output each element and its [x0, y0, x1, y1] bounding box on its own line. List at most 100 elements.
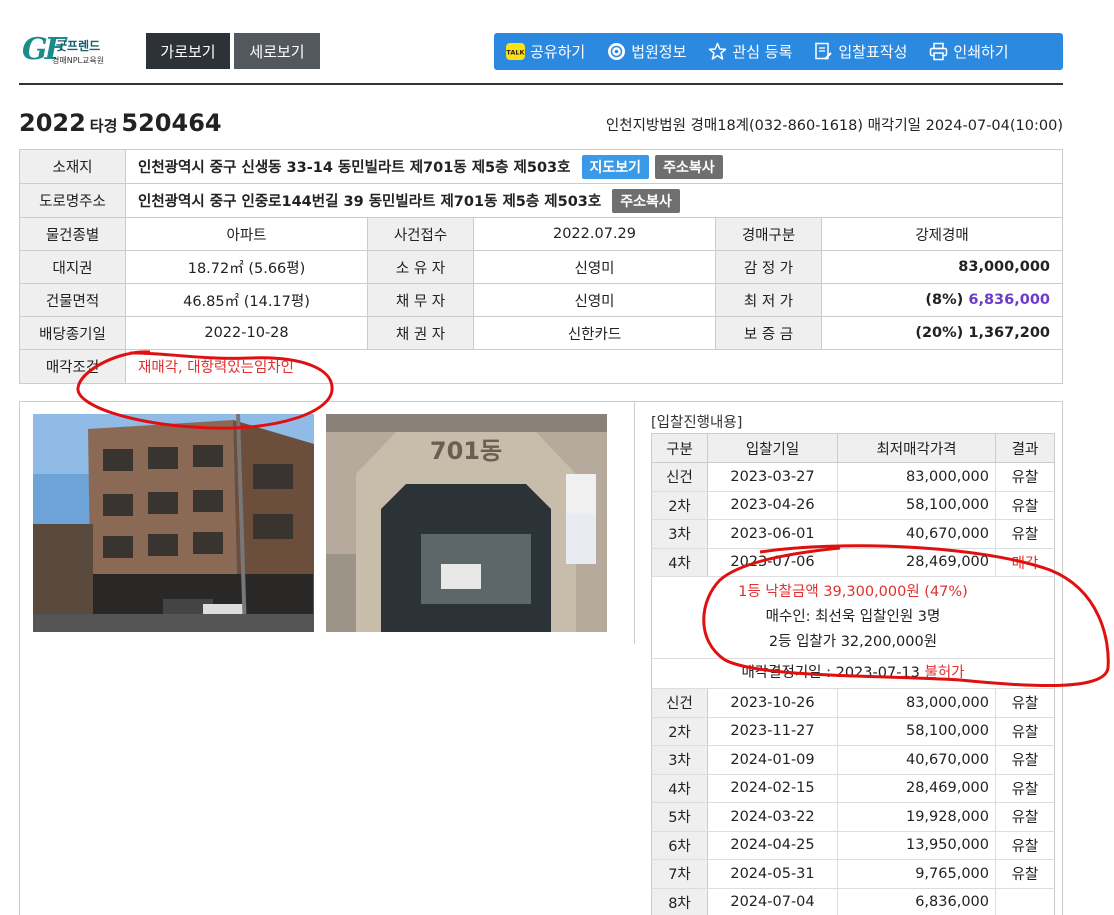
bid-round: 3차	[651, 745, 708, 775]
bid-price: 58,100,000	[837, 717, 996, 746]
bid-price: 83,000,000	[837, 688, 996, 718]
bid-round: 3차	[651, 519, 708, 549]
col-min-price: 최저매각가격	[837, 433, 996, 463]
sale-result-row: 1등 낙찰금액 39,300,000원 (47%) 매수인: 최선욱 입찰인원 …	[651, 576, 1055, 659]
appraisal-value: 83,000,000	[821, 250, 1063, 284]
property-type-label: 물건종별	[19, 217, 126, 251]
watch-button[interactable]: 관심 등록	[708, 41, 792, 62]
bid-result: 유찰	[995, 462, 1055, 492]
deposit-percent: (20%)	[915, 325, 964, 341]
col-date: 입찰기일	[707, 433, 838, 463]
watch-label: 관심 등록	[732, 43, 793, 61]
bid-row: 2차 2023-04-26 58,100,000 유찰	[651, 491, 1055, 520]
svg-text:TALK: TALK	[506, 49, 525, 57]
bid-round: 8차	[651, 888, 708, 915]
bid-result: 유찰	[995, 519, 1055, 549]
share-button[interactable]: TALK 공유하기	[506, 41, 585, 62]
bid-price: 40,670,000	[837, 519, 996, 549]
building-sign: 701동	[430, 437, 502, 465]
copy-road-address-button[interactable]: 주소복사	[612, 188, 680, 213]
deposit-cell: (20%) 1,367,200	[821, 316, 1063, 350]
bid-form-label: 입찰표작성	[838, 43, 908, 61]
bid-price: 28,469,000	[837, 548, 996, 577]
bid-round: 5차	[651, 802, 708, 832]
case-received-label: 사건접수	[367, 217, 474, 251]
bid-result: 유찰	[995, 688, 1055, 718]
bid-round: 4차	[651, 548, 708, 577]
building-area-label: 건물면적	[19, 283, 126, 317]
court-info-text: 인천지방법원 경매18계(032-860-1618) 매각기일 2024-07-…	[605, 118, 1063, 134]
bid-round: 7차	[651, 859, 708, 889]
bid-result: 유찰	[995, 859, 1055, 889]
bid-date: 2023-10-26	[707, 688, 838, 718]
min-price-percent: (8%)	[925, 292, 964, 308]
bid-row: 3차 2024-01-09 40,670,000 유찰	[651, 745, 1055, 775]
second-bid: 2등 입찰가 32,200,000원	[768, 634, 938, 650]
dividend-deadline-label: 배당종기일	[19, 316, 126, 350]
bid-price: 13,950,000	[837, 831, 996, 860]
building-entrance-photo[interactable]: 701동	[326, 414, 607, 632]
buyer-info: 매수인: 최선욱 입찰인원 3명	[765, 609, 941, 625]
bid-price: 19,928,000	[837, 802, 996, 832]
bid-row: 신건 2023-10-26 83,000,000 유찰	[651, 688, 1055, 718]
bid-round: 신건	[651, 688, 708, 718]
print-label: 인쇄하기	[953, 43, 1009, 61]
copy-address-button[interactable]: 주소복사	[655, 154, 723, 179]
logo-name: 굿프렌드	[56, 39, 101, 53]
auction-type-label: 경매구분	[715, 217, 822, 251]
bid-row: 6차 2024-04-25 13,950,000 유찰	[651, 831, 1055, 860]
building-exterior-photo[interactable]	[33, 414, 314, 632]
deposit-value: 1,367,200	[968, 325, 1050, 341]
bid-round: 4차	[651, 774, 708, 803]
bid-round: 2차	[651, 491, 708, 520]
case-number: 2022 타경 520464	[19, 109, 222, 137]
land-right-value: 18.72㎡ (5.66평)	[125, 250, 368, 284]
case-received-value: 2022.07.29	[473, 217, 716, 251]
sale-result-cell: 1등 낙찰금액 39,300,000원 (47%) 매수인: 최선욱 입찰인원 …	[651, 576, 1055, 659]
bid-form-button[interactable]: 입찰표작성	[814, 41, 907, 62]
share-label: 공유하기	[530, 43, 586, 61]
appraisal-label: 감 정 가	[715, 250, 822, 284]
print-button[interactable]: 인쇄하기	[929, 41, 1009, 62]
bid-date: 2024-02-15	[707, 774, 838, 803]
debtor-value: 신영미	[473, 283, 716, 317]
owner-label: 소 유 자	[367, 250, 474, 284]
col-round: 구분	[651, 433, 708, 463]
min-price-value: 6,836,000	[968, 292, 1050, 308]
court-emblem-icon	[607, 42, 626, 61]
logo-subtitle: 경매NPL교육원	[52, 56, 105, 65]
dividend-deadline-value: 2022-10-28	[125, 316, 368, 350]
bid-date: 2024-05-31	[707, 859, 838, 889]
court-info-button[interactable]: 법원정보	[607, 41, 686, 62]
deposit-label: 보 증 금	[715, 316, 822, 350]
sale-decision-result: 불허가	[924, 665, 965, 681]
bid-row: 7차 2024-05-31 9,765,000 유찰	[651, 859, 1055, 889]
sale-condition-value: 재매각, 대항력있는임차인	[125, 349, 1063, 384]
bid-row: 4차 2024-02-15 28,469,000 유찰	[651, 774, 1055, 803]
bid-result: 유찰	[995, 831, 1055, 860]
sale-condition-label: 매각조건	[19, 349, 126, 384]
bid-result: 유찰	[995, 717, 1055, 746]
bid-result: 유찰	[995, 774, 1055, 803]
location-cell: 인천광역시 중구 신생동 33-14 동민빌라트 제701동 제5층 제503호…	[125, 149, 1063, 184]
case-id: 520464	[121, 109, 222, 137]
building-area-value: 46.85㎡ (14.17평)	[125, 283, 368, 317]
bid-price: 9,765,000	[837, 859, 996, 889]
location-value: 인천광역시 중구 신생동 33-14 동민빌라트 제701동 제5층 제503호	[138, 159, 571, 176]
bid-price: 58,100,000	[837, 491, 996, 520]
creditor-value: 신한카드	[473, 316, 716, 350]
creditor-label: 채 권 자	[367, 316, 474, 350]
site-logo[interactable]: GF 굿프렌드 경매NPL교육원	[22, 32, 122, 70]
bid-date: 2024-01-09	[707, 745, 838, 775]
bid-result: 유찰	[995, 745, 1055, 775]
panel-divider	[634, 402, 635, 644]
vertical-view-button[interactable]: 세로보기	[234, 33, 320, 69]
road-address-label: 도로명주소	[19, 183, 126, 218]
sale-decision-date: 매각결정기일 : 2023-07-13	[741, 665, 920, 681]
min-price-label: 최 저 가	[715, 283, 822, 317]
bid-date: 2024-04-25	[707, 831, 838, 860]
auction-type-value: 강제경매	[821, 217, 1063, 251]
horizontal-view-button[interactable]: 가로보기	[146, 33, 230, 69]
map-view-button[interactable]: 지도보기	[581, 154, 650, 179]
document-edit-icon	[814, 42, 833, 61]
